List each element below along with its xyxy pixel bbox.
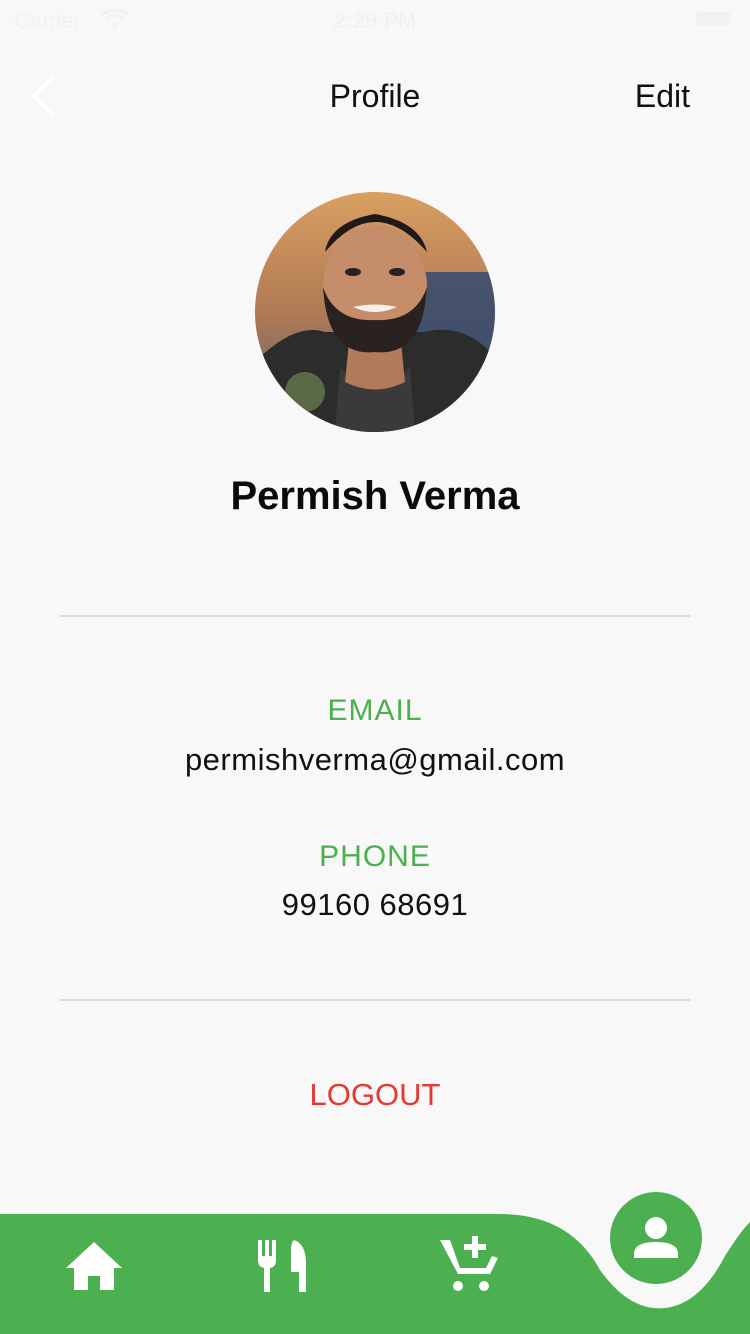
user-name: Permish Verma <box>230 474 520 518</box>
logout-button[interactable]: LOGOUT <box>0 1077 750 1113</box>
edit-button[interactable]: Edit <box>635 78 690 115</box>
email-label: EMAIL <box>327 694 423 727</box>
email-value: permishverma@gmail.com <box>184 742 566 777</box>
person-icon <box>634 1217 678 1258</box>
divider <box>60 999 690 1001</box>
tab-profile-button[interactable] <box>610 1192 702 1284</box>
battery-icon <box>696 12 730 26</box>
restaurant-icon[interactable] <box>250 1234 314 1298</box>
bottom-tab-bar <box>0 1180 750 1334</box>
navigation-bar: Profile Edit <box>0 40 750 150</box>
home-icon[interactable] <box>62 1234 126 1298</box>
add-cart-icon[interactable] <box>436 1232 500 1296</box>
divider <box>60 615 690 617</box>
phone-value: 99160 68691 <box>281 887 469 922</box>
phone-label: PHONE <box>319 840 431 873</box>
status-time: 2:29 PM <box>333 8 417 33</box>
status-bar: Carrier 2:29 PM <box>0 0 750 40</box>
avatar[interactable] <box>255 192 495 432</box>
